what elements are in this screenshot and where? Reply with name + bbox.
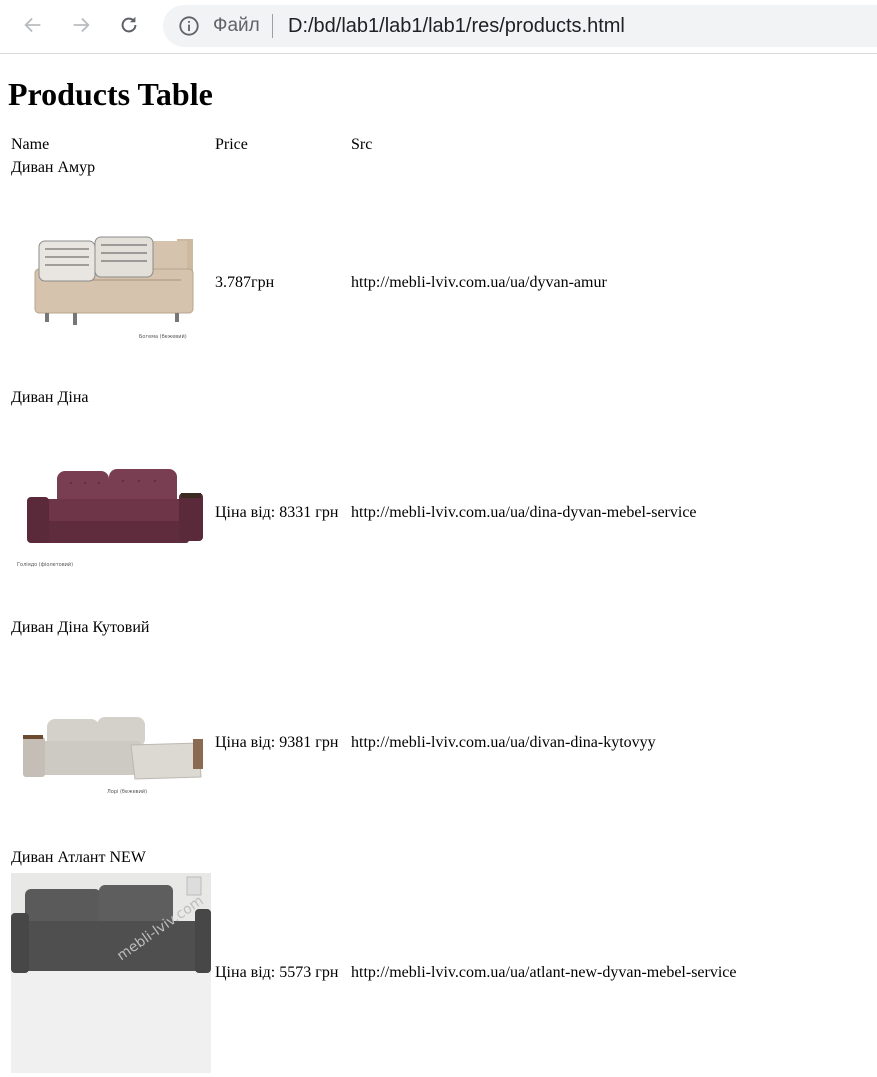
arrow-left-icon bbox=[24, 17, 41, 33]
header-src: Src bbox=[351, 136, 373, 153]
product-image-cell: Голіядо (фіолетовий) bbox=[10, 411, 212, 615]
product-src: http://mebli-lviv.com.ua/ua/dyvan-amur bbox=[351, 274, 607, 291]
product-src: http://mebli-lviv.com.ua/ua/divan-dina-k… bbox=[351, 734, 656, 751]
product-name: Диван Атлант NEW bbox=[11, 849, 146, 866]
table-row: Лорі (бежевий) Ціна від: 9381 грн http:/… bbox=[10, 641, 738, 845]
url-text[interactable]: D:/bd/lab1/lab1/lab1/res/products.html bbox=[288, 15, 625, 37]
product-name: Диван Діна Кутовий bbox=[11, 619, 150, 636]
page-title: Products Table bbox=[8, 76, 213, 112]
reload-icon bbox=[121, 16, 137, 33]
table-row: Диван Атлант NEW bbox=[10, 847, 738, 869]
image-caption: Богема (бежевий) bbox=[139, 333, 187, 340]
table-row: mebli-lviv.com Ціна від: 5573 грн http:/… bbox=[10, 871, 738, 1075]
browser-toolbar: Файл D:/bd/lab1/lab1/lab1/res/products.h… bbox=[0, 0, 877, 54]
image-caption: Лорі (бежевий) bbox=[107, 788, 147, 795]
product-image-cell: mebli-lviv.com bbox=[10, 871, 212, 1075]
table-row: Диван Діна bbox=[10, 387, 738, 409]
product-image: Лорі (бежевий) bbox=[11, 643, 211, 843]
reload-button[interactable] bbox=[115, 10, 143, 40]
product-image: Богема (бежевий) bbox=[11, 183, 211, 383]
table-row: Голіядо (фіолетовий) Ціна від: 8331 грн … bbox=[10, 411, 738, 615]
info-icon[interactable] bbox=[178, 15, 200, 37]
image-caption: Голіядо (фіолетовий) bbox=[17, 561, 73, 568]
product-name: Диван Діна bbox=[11, 389, 89, 406]
divider bbox=[272, 14, 273, 38]
table-row: Диван Амур bbox=[10, 157, 738, 179]
products-table: Name Price Src Диван Амур Богема (бежеви… bbox=[8, 133, 740, 1077]
product-price: 3.787грн bbox=[215, 274, 275, 291]
table-row: Диван Діна Кутовий bbox=[10, 617, 738, 639]
product-src: http://mebli-lviv.com.ua/ua/dina-dyvan-m… bbox=[351, 504, 697, 521]
scheme-label: Файл bbox=[213, 15, 260, 36]
table-row: Богема (бежевий) 3.787грн http://mebli-l… bbox=[10, 181, 738, 385]
table-header-row: Name Price Src bbox=[10, 135, 738, 155]
forward-button[interactable] bbox=[67, 10, 95, 40]
product-image: Голіядо (фіолетовий) bbox=[11, 413, 211, 613]
product-src: http://mebli-lviv.com.ua/ua/atlant-new-d… bbox=[351, 964, 737, 981]
product-image: mebli-lviv.com bbox=[11, 873, 211, 1073]
product-name: Диван Амур bbox=[11, 159, 96, 176]
product-image-cell: Богема (бежевий) bbox=[10, 181, 212, 385]
product-price: Ціна від: 8331 грн bbox=[215, 504, 339, 521]
address-bar[interactable]: Файл D:/bd/lab1/lab1/lab1/res/products.h… bbox=[163, 5, 877, 47]
back-button[interactable] bbox=[19, 10, 47, 40]
product-image-cell: Лорі (бежевий) bbox=[10, 641, 212, 845]
product-price: Ціна від: 5573 грн bbox=[215, 964, 339, 981]
header-name: Name bbox=[11, 136, 50, 153]
product-price: Ціна від: 9381 грн bbox=[215, 734, 339, 751]
arrow-right-icon bbox=[73, 17, 90, 33]
header-price: Price bbox=[215, 136, 248, 153]
